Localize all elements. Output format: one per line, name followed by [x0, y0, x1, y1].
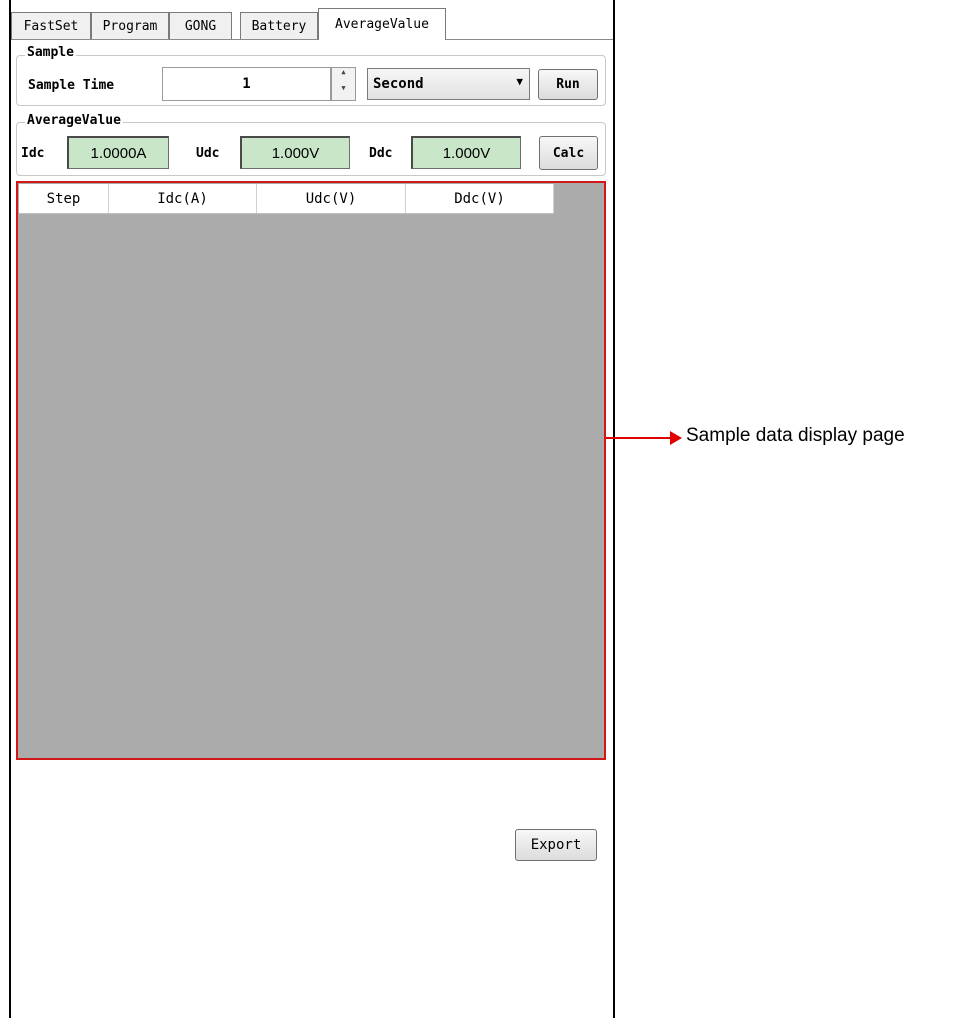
column-header-idc[interactable]: Idc(A) [109, 184, 257, 213]
idc-label: Idc [21, 146, 45, 161]
chevron-down-icon: ▼ [516, 75, 523, 88]
column-header-ddc[interactable]: Ddc(V) [406, 184, 554, 213]
annotation-label: Sample data display page [686, 425, 905, 446]
sample-unit-value: Second [373, 76, 424, 92]
tab-gong[interactable]: GONG [169, 12, 232, 39]
sample-data-table[interactable] [16, 181, 606, 760]
tab-averagevalue[interactable]: AverageValue [318, 8, 446, 40]
column-header-step[interactable]: Step [19, 184, 109, 213]
tab-battery[interactable]: Battery [240, 12, 318, 39]
tab-fastset[interactable]: FastSet [11, 12, 91, 39]
table-header: Step Idc(A) Udc(V) Ddc(V) [19, 184, 554, 214]
tab-program[interactable]: Program [91, 12, 169, 39]
ddc-value: 1.000V [411, 136, 521, 169]
sample-time-input[interactable]: 1 [162, 67, 331, 101]
column-header-udc[interactable]: Udc(V) [257, 184, 406, 213]
sample-group-label: Sample [25, 45, 76, 61]
ddc-label: Ddc [369, 146, 393, 161]
tab-strip-divider [11, 39, 613, 40]
spin-up-icon[interactable]: ▲ [332, 68, 355, 84]
annotation-arrow-line [606, 437, 674, 439]
run-button[interactable]: Run [538, 69, 598, 100]
idc-value: 1.0000A [67, 136, 169, 169]
sample-time-label: Sample Time [28, 78, 115, 93]
sample-time-spinner[interactable]: ▲ ▼ [331, 67, 356, 101]
arrow-right-icon [670, 431, 682, 445]
spin-down-icon[interactable]: ▼ [332, 84, 355, 100]
udc-value: 1.000V [240, 136, 350, 169]
average-value-group-label: AverageValue [25, 113, 123, 129]
export-button[interactable]: Export [515, 829, 597, 861]
udc-label: Udc [196, 146, 220, 161]
calc-button[interactable]: Calc [539, 136, 598, 170]
sample-unit-select[interactable]: Second ▼ [367, 68, 530, 100]
